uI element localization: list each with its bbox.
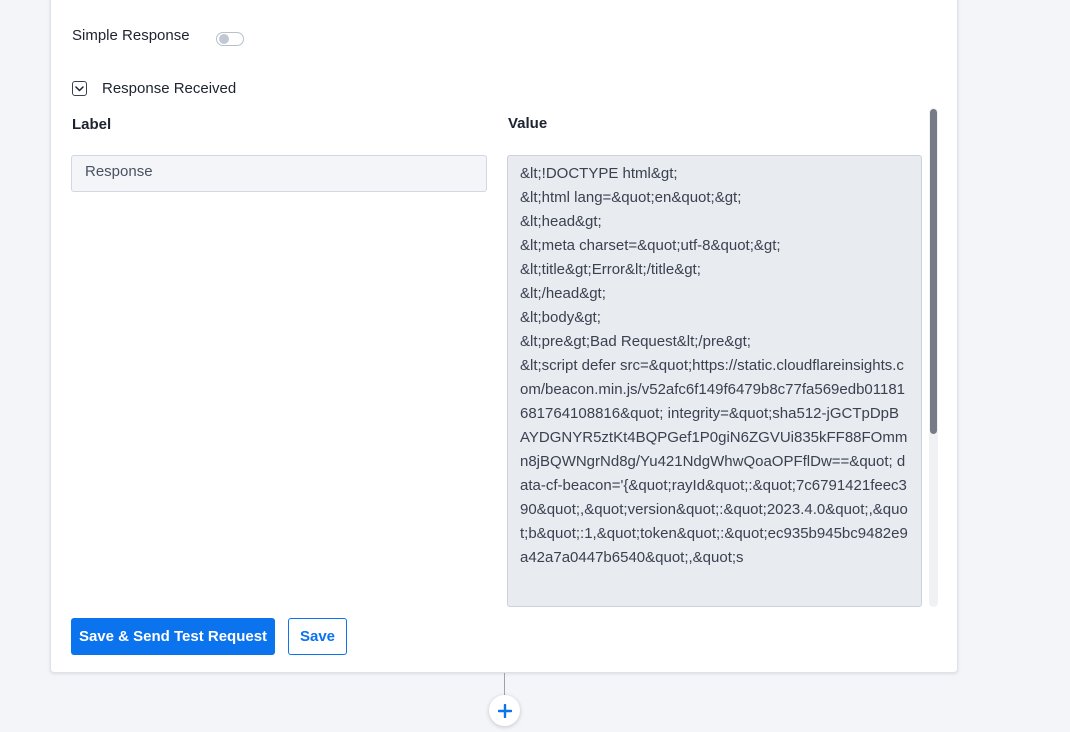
chevron-down-icon[interactable]: [72, 81, 87, 96]
simple-response-label: Simple Response: [72, 27, 190, 44]
simple-response-row: Simple Response: [72, 27, 244, 46]
simple-response-toggle[interactable]: [215, 31, 244, 46]
save-and-send-test-request-button[interactable]: Save & Send Test Request: [71, 618, 275, 655]
scrollbar-thumb[interactable]: [930, 109, 937, 434]
value-textarea[interactable]: &lt;!DOCTYPE html&gt; &lt;html lang=&quo…: [507, 155, 922, 607]
plus-icon: [497, 703, 512, 718]
response-received-label: Response Received: [102, 80, 237, 97]
value-scrollbar[interactable]: [929, 108, 938, 607]
label-column-header: Label: [72, 116, 112, 133]
save-button[interactable]: Save: [288, 618, 347, 655]
add-step-button[interactable]: [489, 695, 520, 726]
step-config-card: Simple Response Response Received Label …: [50, 0, 958, 673]
flow-connector-line: [504, 673, 505, 697]
value-column-header: Value: [508, 115, 548, 132]
response-received-row[interactable]: Response Received: [72, 80, 236, 97]
toggle-knob: [218, 33, 229, 44]
label-input[interactable]: Response: [71, 155, 487, 192]
